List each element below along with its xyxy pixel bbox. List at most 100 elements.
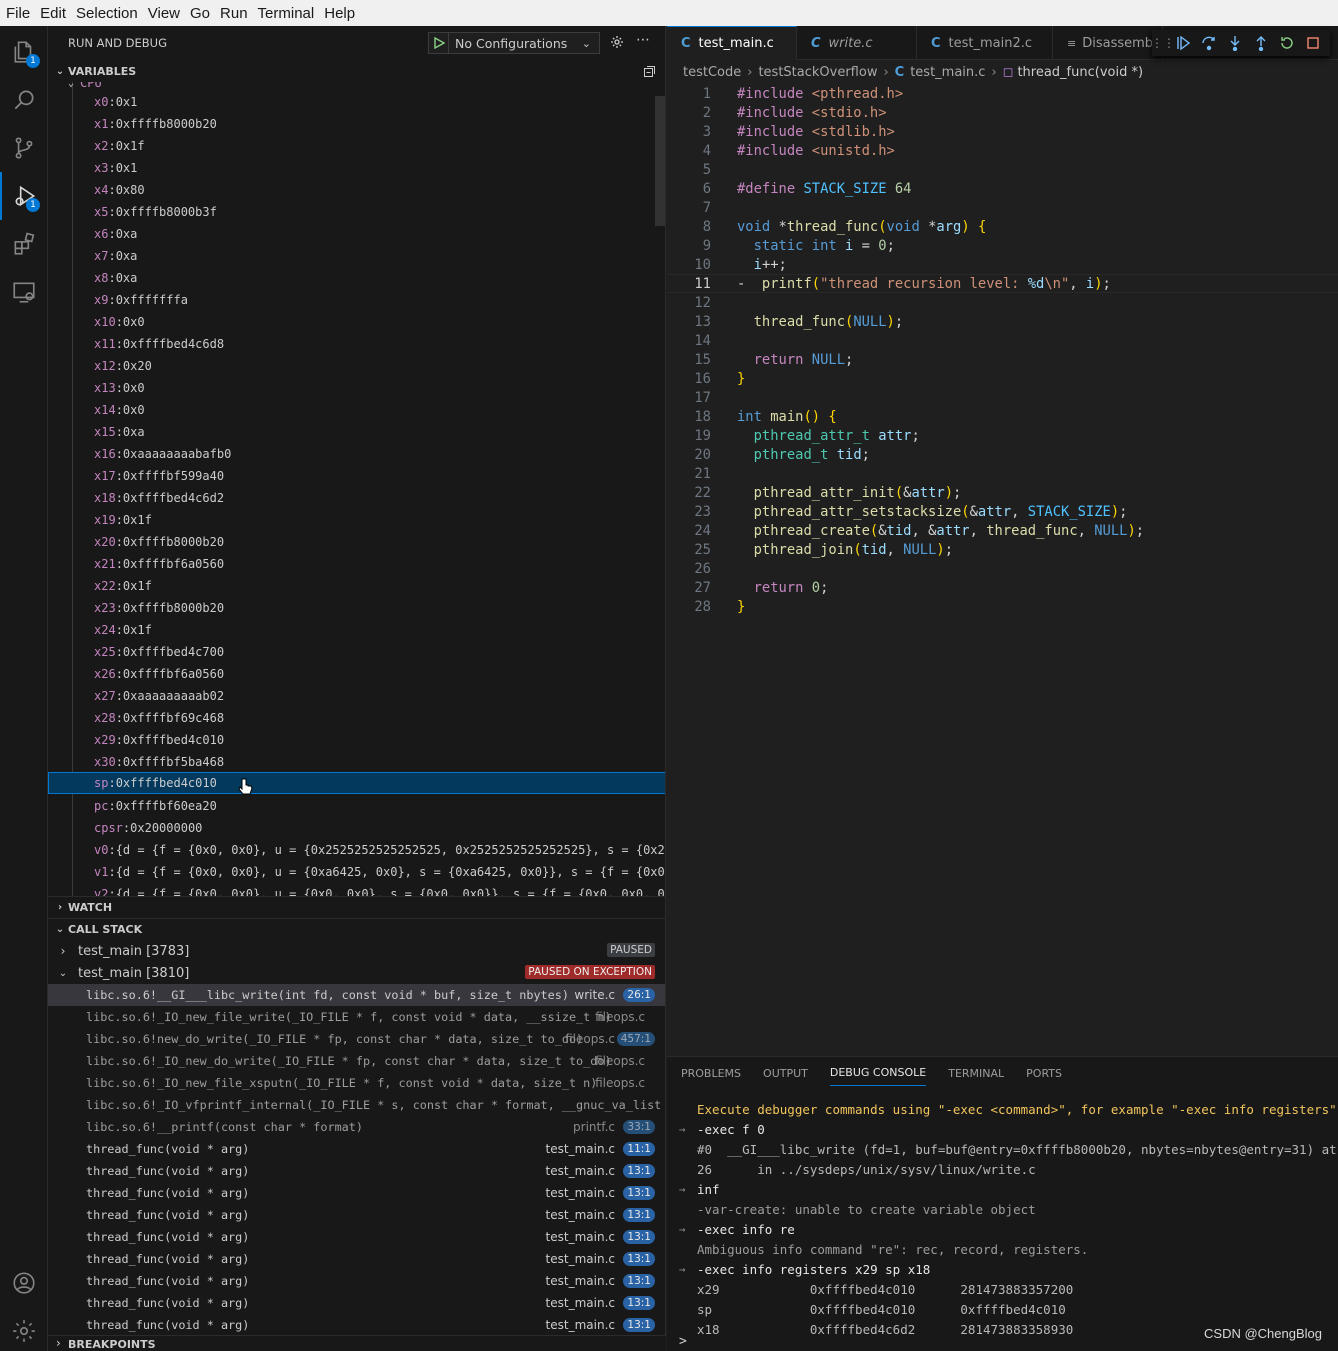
thread-item[interactable]: › test_main [3783] PAUSED xyxy=(48,940,665,962)
variable-row-x22[interactable]: x22: 0x1f xyxy=(94,575,665,597)
continue-icon[interactable] xyxy=(1170,30,1196,56)
menu-terminal[interactable]: Terminal xyxy=(254,5,319,22)
start-debugging-icon[interactable] xyxy=(429,33,449,53)
tab-ports[interactable]: PORTS xyxy=(1026,1061,1062,1086)
breadcrumb-item[interactable]: thread_func(void *) xyxy=(1017,65,1143,80)
variable-row-x12[interactable]: x12: 0x20 xyxy=(94,355,665,377)
menu-view[interactable]: View xyxy=(144,5,184,22)
variable-row-x8[interactable]: x8: 0xa xyxy=(94,267,665,289)
tab-terminal[interactable]: TERMINAL xyxy=(948,1061,1004,1086)
variable-row-x16[interactable]: x16: 0xaaaaaaaabafb0 xyxy=(94,443,665,465)
step-into-icon[interactable] xyxy=(1222,30,1248,56)
variable-row-sp[interactable]: sp: 0xffffbed4c010 xyxy=(48,772,665,794)
tab-output[interactable]: OUTPUT xyxy=(763,1061,808,1086)
variable-row-x15[interactable]: x15: 0xa xyxy=(94,421,665,443)
menu-go[interactable]: Go xyxy=(186,5,214,22)
variable-row-v1[interactable]: v1: {d = {f = {0x0, 0x0}, u = {0xa6425, … xyxy=(94,861,665,883)
variable-row-x30[interactable]: x30: 0xffffbf5ba468 xyxy=(94,751,665,773)
stack-frame[interactable]: libc.so.6!_IO_new_file_write(_IO_FILE * … xyxy=(48,1006,665,1028)
breadcrumb-item[interactable]: testCode xyxy=(683,65,741,80)
variable-row-x20[interactable]: x20: 0xffffb8000b20 xyxy=(94,531,665,553)
variable-row-x14[interactable]: x14: 0x0 xyxy=(94,399,665,421)
stack-frame[interactable]: thread_func(void * arg) test_main.c 13:1 xyxy=(48,1160,665,1182)
variable-row-x4[interactable]: x4: 0x80 xyxy=(94,179,665,201)
tab-write-c[interactable]: C write.c xyxy=(797,26,917,60)
stack-frame[interactable]: libc.so.6!new_do_write(_IO_FILE * fp, co… xyxy=(48,1028,665,1050)
gear-icon[interactable] xyxy=(609,34,625,53)
menu-selection[interactable]: Selection xyxy=(72,5,142,22)
variable-row-x7[interactable]: x7: 0xa xyxy=(94,245,665,267)
variable-row-x1[interactable]: x1: 0xffffb8000b20 xyxy=(94,113,665,135)
variable-row-v0[interactable]: v0: {d = {f = {0x0, 0x0}, u = {0x2525252… xyxy=(94,839,665,861)
variable-row-x21[interactable]: x21: 0xffffbf6a0560 xyxy=(94,553,665,575)
stack-frame[interactable]: thread_func(void * arg) test_main.c 13:1 xyxy=(48,1314,665,1336)
explorer-icon[interactable]: 1 xyxy=(0,28,48,76)
variable-row-x13[interactable]: x13: 0x0 xyxy=(94,377,665,399)
thread-item[interactable]: ⌄ test_main [3810] PAUSED ON EXCEPTION xyxy=(48,962,665,984)
stack-frame[interactable]: libc.so.6!_IO_new_file_xsputn(_IO_FILE *… xyxy=(48,1072,665,1094)
variable-row-x27[interactable]: x27: 0xaaaaaaaaab02 xyxy=(94,685,665,707)
variable-row-pc[interactable]: pc: 0xffffbf60ea20 xyxy=(94,795,665,817)
remote-explorer-icon[interactable] xyxy=(0,268,48,316)
stack-frame[interactable]: thread_func(void * arg) test_main.c 13:1 xyxy=(48,1248,665,1270)
stack-frame[interactable]: libc.so.6!_IO_new_do_write(_IO_FILE * fp… xyxy=(48,1050,665,1072)
variable-row-x2[interactable]: x2: 0x1f xyxy=(94,135,665,157)
stack-frame[interactable]: thread_func(void * arg) test_main.c 11:1 xyxy=(48,1138,665,1160)
variable-row-x6[interactable]: x6: 0xa xyxy=(94,223,665,245)
breakpoints-section-header[interactable]: › BREAKPOINTS xyxy=(48,1335,666,1351)
tab-test-main-c[interactable]: C test_main.c xyxy=(667,26,797,60)
step-over-icon[interactable] xyxy=(1196,30,1222,56)
variable-row-x3[interactable]: x3: 0x1 xyxy=(94,157,665,179)
watch-section-header[interactable]: › WATCH xyxy=(48,896,665,918)
stack-frame[interactable]: thread_func(void * arg) test_main.c 13:1 xyxy=(48,1182,665,1204)
menu-run[interactable]: Run xyxy=(216,5,252,22)
tab-test-main2-c[interactable]: C test_main2.c xyxy=(917,26,1053,60)
call-stack-section-header[interactable]: ⌄ CALL STACK xyxy=(48,918,665,940)
variable-row-x18[interactable]: x18: 0xffffbed4c6d2 xyxy=(94,487,665,509)
search-icon[interactable] xyxy=(0,76,48,124)
stack-frame[interactable]: thread_func(void * arg) test_main.c 13:1 xyxy=(48,1270,665,1292)
run-debug-icon[interactable]: 1 xyxy=(0,172,48,220)
variable-row-x29[interactable]: x29: 0xffffbed4c010 xyxy=(94,729,665,751)
variable-row-x25[interactable]: x25: 0xffffbed4c700 xyxy=(94,641,665,663)
variable-row-x0[interactable]: x0: 0x1 xyxy=(94,91,665,113)
stack-frame[interactable]: thread_func(void * arg) test_main.c 13:1 xyxy=(48,1226,665,1248)
extensions-icon[interactable] xyxy=(0,220,48,268)
variable-row-x9[interactable]: x9: 0xfffffffa xyxy=(94,289,665,311)
drag-handle-icon[interactable]: ⋮⋮ xyxy=(1151,30,1175,56)
menu-help[interactable]: Help xyxy=(320,5,359,22)
variable-row-x5[interactable]: x5: 0xffffb8000b3f xyxy=(94,201,665,223)
variables-section-header[interactable]: ⌄ VARIABLES xyxy=(48,60,665,82)
stack-frame[interactable]: libc.so.6!_IO_vfprintf_internal(_IO_FILE… xyxy=(48,1094,665,1116)
variable-row-x24[interactable]: x24: 0x1f xyxy=(94,619,665,641)
launch-config-select[interactable]: No Configurations ⌄ xyxy=(428,32,600,54)
variable-row-x10[interactable]: x10: 0x0 xyxy=(94,311,665,333)
stack-frame[interactable]: thread_func(void * arg) test_main.c 13:1 xyxy=(48,1292,665,1314)
source-control-icon[interactable] xyxy=(0,124,48,172)
breadcrumb-item[interactable]: testStackOverflow xyxy=(758,65,877,80)
stop-icon[interactable] xyxy=(1300,30,1326,56)
variable-row-x28[interactable]: x28: 0xffffbf69c468 xyxy=(94,707,665,729)
variables-scrollbar[interactable] xyxy=(655,96,665,226)
collapse-all-icon[interactable] xyxy=(643,64,657,81)
stack-frame[interactable]: libc.so.6!__printf(const char * format) p… xyxy=(48,1116,665,1138)
tab-problems[interactable]: PROBLEMS xyxy=(681,1061,741,1086)
breadcrumb-item[interactable]: test_main.c xyxy=(910,65,985,80)
tab-disassembly[interactable]: ≡ Disassembly xyxy=(1053,26,1163,60)
menu-file[interactable]: File xyxy=(2,5,34,22)
variable-row-x19[interactable]: x19: 0x1f xyxy=(94,509,665,531)
variable-row-x26[interactable]: x26: 0xffffbf6a0560 xyxy=(94,663,665,685)
stack-frame[interactable]: thread_func(void * arg) test_main.c 13:1 xyxy=(48,1204,665,1226)
variable-row-v2[interactable]: v2: {d = {f = {0x0, 0x0}, u = {0x0, 0x0}… xyxy=(94,883,665,896)
stack-frame[interactable]: libc.so.6!__GI___libc_write(int fd, cons… xyxy=(48,984,665,1006)
step-out-icon[interactable] xyxy=(1248,30,1274,56)
account-icon[interactable] xyxy=(0,1259,48,1307)
manage-gear-icon[interactable] xyxy=(0,1307,48,1351)
restart-icon[interactable] xyxy=(1274,30,1300,56)
variable-row-x17[interactable]: x17: 0xffffbf599a40 xyxy=(94,465,665,487)
menu-edit[interactable]: Edit xyxy=(36,5,70,22)
variable-row-cpsr[interactable]: cpsr: 0x20000000 xyxy=(94,817,665,839)
tab-debug-console[interactable]: DEBUG CONSOLE xyxy=(829,1060,927,1086)
variable-row-x11[interactable]: x11: 0xffffbed4c6d8 xyxy=(94,333,665,355)
variable-row-x23[interactable]: x23: 0xffffb8000b20 xyxy=(94,597,665,619)
